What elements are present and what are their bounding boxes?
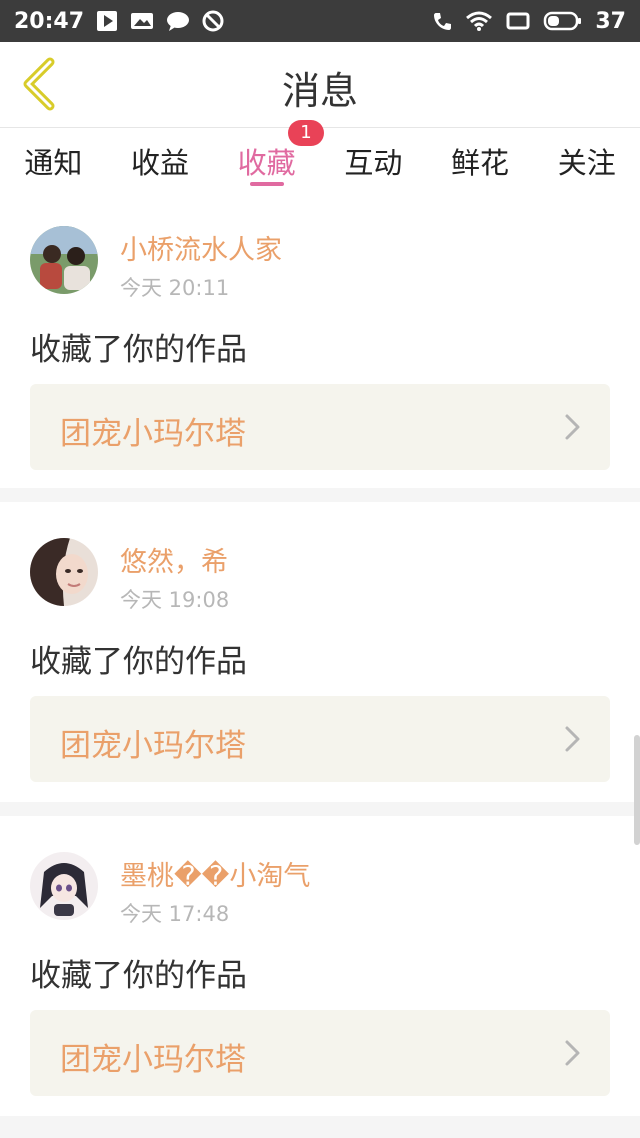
avatar[interactable] (30, 226, 98, 294)
work-link[interactable]: 团宠小玛尔塔 (30, 384, 610, 470)
battery-level: 37 (595, 8, 626, 34)
block-icon (202, 10, 224, 32)
tab-label: 收藏 (237, 146, 296, 180)
header: 消息 (0, 42, 640, 128)
tab-label: 通知 (24, 146, 83, 180)
tab-follows[interactable]: 关注 (533, 128, 640, 190)
timestamp: 今天 17:48 (120, 902, 230, 926)
message-card: 小桥流水人家 今天 20:11 收藏了你的作品 团宠小玛尔塔 (0, 190, 640, 488)
tab-label: 鲜花 (451, 146, 510, 180)
tab-bar: 通知 收益 收藏 1 互动 鲜花 关注 (0, 120, 640, 190)
call-icon (434, 13, 452, 30)
timestamp: 今天 20:11 (120, 276, 230, 300)
chat-icon (167, 12, 190, 31)
work-title: 团宠小玛尔塔 (60, 728, 246, 764)
active-tab-indicator (249, 182, 284, 186)
play-store-icon (97, 11, 118, 31)
message-card: 墨桃��小淘气 今天 17:48 收藏了你的作品 团宠小玛尔塔 (0, 816, 640, 1116)
avatar[interactable] (30, 852, 98, 920)
timestamp: 今天 19:08 (120, 588, 230, 612)
work-title: 团宠小玛尔塔 (60, 416, 246, 452)
unread-badge: 1 (288, 120, 324, 146)
chevron-right-icon (565, 1040, 580, 1066)
tab-favorites[interactable]: 收藏 1 (213, 120, 324, 190)
wifi-icon (466, 11, 493, 31)
work-link[interactable]: 团宠小玛尔塔 (30, 1010, 610, 1096)
screen-icon (506, 12, 530, 30)
status-time: 20:47 (14, 8, 85, 34)
status-bar: 20:47 37 (0, 0, 640, 42)
tab-label: 互动 (344, 146, 403, 180)
chevron-right-icon (565, 726, 580, 752)
message-card: 悠然，希 今天 19:08 收藏了你的作品 团宠小玛尔塔 (0, 502, 640, 802)
battery-icon (544, 11, 582, 31)
image-notification-icon (131, 13, 154, 29)
avatar[interactable] (30, 538, 98, 606)
tab-flowers[interactable]: 鲜花 (427, 128, 534, 190)
action-text: 收藏了你的作品 (30, 644, 247, 680)
page-title: 消息 (281, 69, 358, 113)
work-title: 团宠小玛尔塔 (60, 1042, 246, 1078)
chevron-right-icon (565, 414, 580, 440)
action-text: 收藏了你的作品 (30, 332, 247, 368)
tab-label: 关注 (557, 146, 616, 180)
tab-label: 收益 (131, 146, 190, 180)
scrollbar[interactable] (634, 735, 640, 845)
username[interactable]: 墨桃��小淘气 (120, 854, 310, 893)
tab-earnings[interactable]: 收益 (107, 128, 214, 190)
action-text: 收藏了你的作品 (30, 958, 247, 994)
tab-interactions[interactable]: 互动 (320, 128, 427, 190)
message-list: 小桥流水人家 今天 20:11 收藏了你的作品 团宠小玛尔塔 悠然，希 今天 1… (0, 190, 640, 1130)
work-link[interactable]: 团宠小玛尔塔 (30, 696, 610, 782)
username[interactable]: 小桥流水人家 (120, 228, 282, 267)
tab-notifications[interactable]: 通知 (0, 128, 107, 190)
username[interactable]: 悠然，希 (120, 540, 228, 579)
